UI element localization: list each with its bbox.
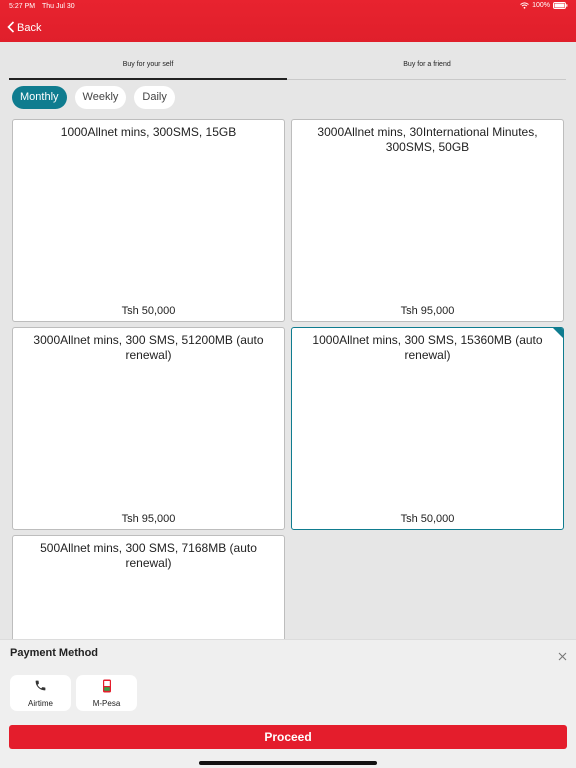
back-label: Back [17,22,42,34]
bundle-title: 1000Allnet mins, 300 SMS, 15360MB (auto … [312,333,543,362]
bundle-price: Tsh 50,000 [400,513,455,525]
payment-method-title: Payment Method [10,647,99,659]
period-weekly-button[interactable]: Weekly [74,86,127,109]
app-header: 5:27 PM Thu Jul 30 100% Back [0,0,576,42]
purchase-tabs: Buy for your self Buy for a friend [9,54,566,80]
status-indicators: 100% [520,2,568,9]
bundle-card[interactable]: 3000Allnet mins, 30International Minutes… [291,119,564,322]
battery-icon [553,2,568,9]
status-bar: 5:27 PM Thu Jul 30 100% [0,0,576,14]
bundle-title: 1000Allnet mins, 300SMS, 15GB [60,125,237,139]
bundle-title: 3000Allnet mins, 30International Minutes… [317,125,538,154]
battery-percent: 100% [532,2,550,9]
bundle-price: Tsh 95,000 [121,513,176,525]
bundle-card[interactable]: 1000Allnet mins, 300SMS, 15GB Tsh 50,000 [12,119,285,322]
tab-buy-for-self[interactable]: Buy for your self [9,54,287,80]
payment-option-airtime[interactable]: Airtime [10,675,71,711]
bundle-title: 500Allnet mins, 300 SMS, 7168MB (auto re… [40,541,257,570]
payment-option-mpesa[interactable]: M-Pesa [76,675,137,711]
bundle-card[interactable]: 3000Allnet mins, 300 SMS, 51200MB (auto … [12,327,285,530]
close-icon[interactable] [558,648,567,666]
status-time: 5:27 PM [9,3,36,10]
period-monthly-button[interactable]: Monthly [12,86,67,109]
wifi-icon [520,2,529,9]
home-indicator [199,761,377,765]
bundle-price: Tsh 95,000 [400,305,455,317]
status-date: Thu Jul 30 [42,3,75,10]
period-daily-button[interactable]: Daily [134,86,175,109]
chevron-left-icon [7,20,15,36]
payment-option-label: Airtime [28,699,53,708]
bundle-price: Tsh 50,000 [121,305,176,317]
payment-option-label: M-Pesa [92,699,121,708]
proceed-button[interactable]: Proceed [9,725,567,749]
tab-buy-for-friend[interactable]: Buy for a friend [288,54,566,80]
back-button[interactable]: Back [7,20,41,36]
mpesa-icon [76,679,137,693]
phone-icon [10,679,71,692]
payment-method-sheet: Payment Method Airtime M-Pesa Proceed [0,639,576,768]
bundle-card-selected[interactable]: 1000Allnet mins, 300 SMS, 15360MB (auto … [291,327,564,530]
period-filter: Monthly Weekly Daily [12,86,175,109]
bundle-title: 3000Allnet mins, 300 SMS, 51200MB (auto … [33,333,264,362]
